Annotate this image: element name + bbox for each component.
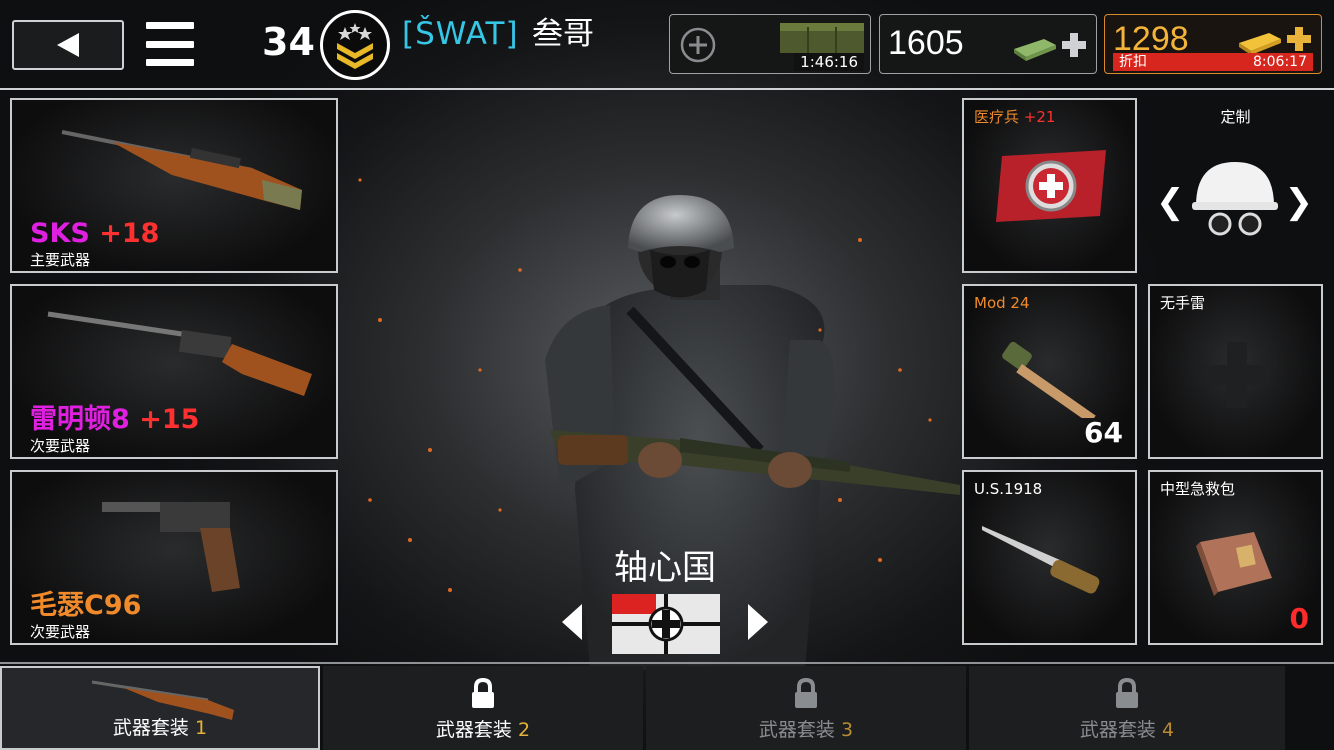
tab-number: 1	[194, 717, 208, 739]
remington-rifle-icon	[47, 311, 312, 396]
customize-title: 定制	[1220, 108, 1251, 126]
class-bonus: +21	[1023, 108, 1056, 126]
rank-badge[interactable]	[320, 10, 390, 80]
tab-loadout-2[interactable]: 武器套装 2	[323, 666, 643, 750]
back-arrow-icon	[57, 33, 79, 57]
add-circle-icon	[680, 27, 716, 63]
sidearm-weapon-slot[interactable]: 毛瑟C96 次要武器	[10, 470, 338, 645]
gear-title: 中型急救包	[1160, 480, 1236, 498]
sale-timer: 8:06:17	[1253, 54, 1307, 70]
axis-flag-icon	[612, 594, 720, 654]
ammo-crate-icon	[780, 23, 864, 53]
faction-next-button[interactable]	[748, 604, 770, 640]
gear-title: Mod 24	[974, 294, 1030, 312]
chevron-right-icon	[748, 604, 768, 640]
back-button[interactable]	[12, 20, 124, 70]
weapon-type: 次要武器	[30, 623, 91, 641]
hamburger-menu-icon	[146, 22, 194, 29]
tabs-divider	[0, 662, 1334, 664]
stick-grenade-icon	[1002, 341, 1096, 418]
customize-prev-button[interactable]: ❮	[1156, 182, 1185, 222]
trench-knife-icon	[982, 526, 1100, 594]
helmet-gasmask-icon[interactable]	[1190, 156, 1280, 242]
gold-bar-icon	[1239, 33, 1281, 55]
rank-chevron-icon	[337, 23, 373, 69]
menu-button[interactable]	[146, 22, 194, 66]
crate-timer: 1:46:16	[794, 53, 864, 71]
crate-resource[interactable]: 1:46:16	[669, 14, 871, 74]
chevron-left-icon	[562, 604, 582, 640]
tab-label: 武器套装	[435, 719, 512, 741]
tab-loadout-3[interactable]: 武器套装 3	[646, 666, 966, 750]
weapon-name: 毛瑟C96	[30, 590, 142, 621]
weapon-type: 次要武器	[30, 437, 91, 455]
chevron-left-icon: ❮	[1156, 182, 1185, 222]
weapon-bonus: +18	[99, 218, 160, 249]
player-level: 34	[262, 20, 315, 64]
customize-next-button[interactable]: ❯	[1285, 182, 1314, 222]
sale-label: 折扣	[1119, 54, 1147, 70]
player-name[interactable]: 叁哥	[532, 14, 594, 54]
cash-stack-icon	[1014, 39, 1056, 61]
medkit-slot[interactable]: 中型急救包 0	[1148, 470, 1323, 645]
class-slot[interactable]: 医疗兵 +21	[962, 98, 1137, 273]
cash-resource[interactable]: 1605	[879, 14, 1097, 74]
weapon-name: SKS	[30, 218, 90, 249]
mauser-pistol-icon	[102, 502, 240, 592]
class-name: 医疗兵	[974, 108, 1020, 126]
medic-badge-icon	[996, 150, 1106, 222]
grenade-slot[interactable]: Mod 24 64	[962, 284, 1137, 459]
faction-prev-button[interactable]	[562, 604, 584, 640]
lock-icon	[472, 678, 494, 708]
gear-count: 0	[1289, 602, 1309, 635]
gold-resource[interactable]: 1298 折扣 8:06:17	[1104, 14, 1322, 74]
lock-icon	[795, 678, 817, 708]
secondary-grenade-slot[interactable]: 无手雷	[1148, 284, 1323, 459]
empty-plus-icon	[1204, 342, 1270, 408]
medkit-icon	[1196, 532, 1272, 596]
add-plus-icon	[1062, 33, 1086, 57]
lock-icon	[1116, 678, 1138, 708]
chevron-right-icon: ❯	[1284, 182, 1314, 222]
tab-number: 2	[517, 719, 531, 741]
gear-count: 64	[1084, 416, 1123, 449]
tab-number: 3	[840, 719, 854, 741]
weapon-name: 雷明顿8	[30, 404, 130, 435]
sale-banner: 折扣 8:06:17	[1113, 53, 1313, 71]
gear-title: 无手雷	[1160, 294, 1206, 312]
sks-rifle-icon	[61, 130, 302, 210]
melee-slot[interactable]: U.S.1918	[962, 470, 1137, 645]
secondary-weapon-slot[interactable]: 雷明顿8 +15 次要武器	[10, 284, 338, 459]
tab-loadout-4[interactable]: 武器套装 4	[969, 666, 1285, 750]
tab-loadout-1[interactable]: 武器套装 1	[0, 666, 320, 750]
tab-label: 武器套装	[1079, 719, 1156, 741]
add-plus-icon	[1287, 27, 1311, 51]
weapon-type: 主要武器	[30, 251, 91, 269]
weapon-bonus: +15	[139, 404, 200, 435]
tab-label: 武器套装	[758, 719, 835, 741]
gear-title: U.S.1918	[974, 480, 1043, 498]
faction-name: 轴心国	[614, 548, 716, 588]
clan-tag[interactable]: [ŠWAT]	[402, 14, 519, 54]
primary-weapon-slot[interactable]: SKS +18 主要武器	[10, 98, 338, 273]
header-divider	[0, 88, 1334, 90]
cash-amount: 1605	[888, 24, 964, 62]
tab-label: 武器套装	[112, 717, 189, 739]
customize-section: 定制 ❮ ❯	[1148, 98, 1323, 273]
tab-number: 4	[1161, 719, 1175, 741]
